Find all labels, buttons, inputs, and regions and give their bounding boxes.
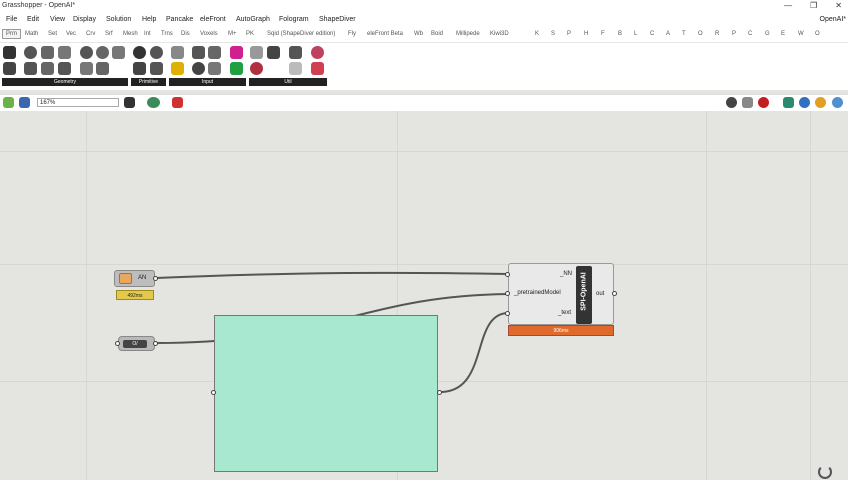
key-param-icon [119,273,132,284]
api-key-param[interactable]: AN [114,270,155,287]
input-nn-label: _NN [560,271,573,277]
param-timer: 492ms [116,290,154,300]
wire-api-to-nn[interactable] [155,271,509,279]
toggle-label: O/ [123,340,147,348]
output-grip[interactable] [153,341,158,346]
input-model-label: _pretrainedModel [514,290,561,296]
wire-panel-to-text[interactable] [439,312,509,393]
param-label: AN [138,275,147,281]
input-text-label: _text [558,310,572,316]
input-grip-text[interactable] [505,311,510,316]
text-panel[interactable] [214,315,438,472]
component-timer: 906ms [508,325,614,336]
boolean-toggle[interactable]: O/ [118,336,155,351]
input-grip-nn[interactable] [505,272,510,277]
output-label: out [596,291,605,297]
input-grip[interactable] [115,341,120,346]
loading-spinner-icon [818,465,832,479]
output-grip[interactable] [153,276,158,281]
panel-output-grip[interactable] [437,390,442,395]
component-name: SPI-OpenAI [580,272,588,311]
output-grip-out[interactable] [612,291,617,296]
input-grip-model[interactable] [505,291,510,296]
component-name-bar: SPI-OpenAI [576,266,592,324]
panel-input-grip[interactable] [211,390,216,395]
openai-component[interactable]: _NN _pretrainedModel _text out SPI-OpenA… [508,263,614,337]
